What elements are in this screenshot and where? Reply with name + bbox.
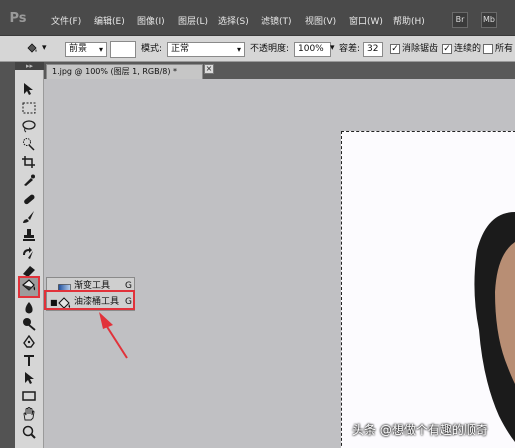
opacity-dropdown-arrow[interactable]: ▾ [330,43,335,54]
document-tab-strip: 1.jpg @ 100% (图层 1, RGB/8) * × [44,62,515,79]
menu-edit[interactable]: 编辑(E) [94,16,125,28]
paint-bucket-tool-icon[interactable] [18,276,40,298]
options-bar: ▾ 前景 ▾ 模式: 正常 ▾ 不透明度: 100% ▾ 容差: 32 ✓ 消除锯齿… [0,36,515,62]
healing-brush-tool-icon[interactable] [21,192,37,206]
chevron-down-icon: ▾ [98,45,103,54]
pattern-picker[interactable] [110,41,136,58]
tool-flyout-menu: 渐变工具 G ■ 油漆桶工具 G [46,277,135,311]
selected-bullet-icon: ■ [50,298,58,307]
paint-bucket-preset-icon[interactable] [26,43,38,55]
all-layers-checkbox[interactable] [483,44,493,54]
quick-select-tool-icon[interactable] [21,137,37,151]
flyout-item-shortcut: G [125,281,132,291]
opacity-label: 不透明度: [250,44,290,54]
menu-file[interactable]: 文件(F) [51,16,81,28]
menu-image[interactable]: 图像(I) [137,16,165,28]
type-tool-icon[interactable] [21,353,37,367]
marquee-tool-icon[interactable] [21,101,37,115]
bridge-icon[interactable]: Br [452,12,468,28]
mode-label: 模式: [141,44,163,54]
antialias-checkbox[interactable]: ✓ [390,44,400,54]
menu-view[interactable]: 视图(V) [305,16,336,28]
tolerance-input[interactable]: 32 [363,42,383,57]
opacity-input[interactable]: 100% [294,42,331,57]
watermark-text: 头条 @想做个有趣的顺奇 [352,423,488,437]
contiguous-label: 连续的 [454,44,482,54]
rectangle-tool-icon[interactable] [21,389,37,403]
menu-filter[interactable]: 滤镜(T) [261,16,292,28]
lasso-tool-icon[interactable] [21,119,37,133]
flyout-item-shortcut: G [125,297,132,307]
brush-tool-icon[interactable] [21,210,37,224]
path-select-tool-icon[interactable] [21,371,37,385]
chevron-down-icon: ▾ [236,45,241,54]
menu-help[interactable]: 帮助(H) [393,16,425,28]
flyout-item-gradient[interactable]: 渐变工具 G [48,279,135,294]
portrait-photo [474,212,515,442]
blur-tool-icon[interactable] [21,301,37,315]
menu-layer[interactable]: 图层(L) [178,16,208,28]
flyout-item-label: 油漆桶工具 [74,297,120,307]
history-brush-tool-icon[interactable] [21,246,37,260]
close-icon[interactable]: × [204,64,214,74]
clone-stamp-tool-icon[interactable] [21,228,37,242]
zoom-tool-icon[interactable] [21,425,37,439]
photoshop-logo: Ps [9,11,27,26]
move-tool-icon[interactable] [21,82,37,96]
preset-dropdown-arrow[interactable]: ▾ [42,43,47,54]
all-layers-label: 所有 [495,44,514,54]
document-tab[interactable]: 1.jpg @ 100% (图层 1, RGB/8) * [46,64,203,79]
fill-source-value: 前景 [69,44,88,54]
mode-select[interactable]: 正常 ▾ [167,42,245,57]
mode-value: 正常 [171,44,190,54]
antialias-label: 消除锯齿 [402,44,439,54]
menu-select[interactable]: 选择(S) [218,16,249,28]
menu-window[interactable]: 窗口(W) [349,16,383,28]
gradient-icon [58,283,71,292]
hand-tool-icon[interactable] [21,407,37,421]
tolerance-label: 容差: [339,44,361,54]
flyout-item-paint-bucket[interactable]: ■ 油漆桶工具 G [48,295,135,310]
crop-tool-icon[interactable] [21,155,37,169]
paint-bucket-icon [58,297,71,309]
menu-bar: Ps 文件(F) 编辑(E) 图像(I) 图层(L) 选择(S) 滤镜(T) 视… [0,0,515,36]
panel-grip[interactable]: ▸▸ [15,62,44,70]
pen-tool-icon[interactable] [21,334,37,349]
dodge-tool-icon[interactable] [21,317,37,331]
eyedropper-tool-icon[interactable] [21,173,37,187]
tools-panel: ▸▸ [15,62,44,448]
fill-source-select[interactable]: 前景 ▾ [65,42,107,57]
flyout-item-label: 渐变工具 [74,281,111,291]
contiguous-checkbox[interactable]: ✓ [442,44,452,54]
mini-bridge-icon[interactable]: Mb [481,12,497,28]
